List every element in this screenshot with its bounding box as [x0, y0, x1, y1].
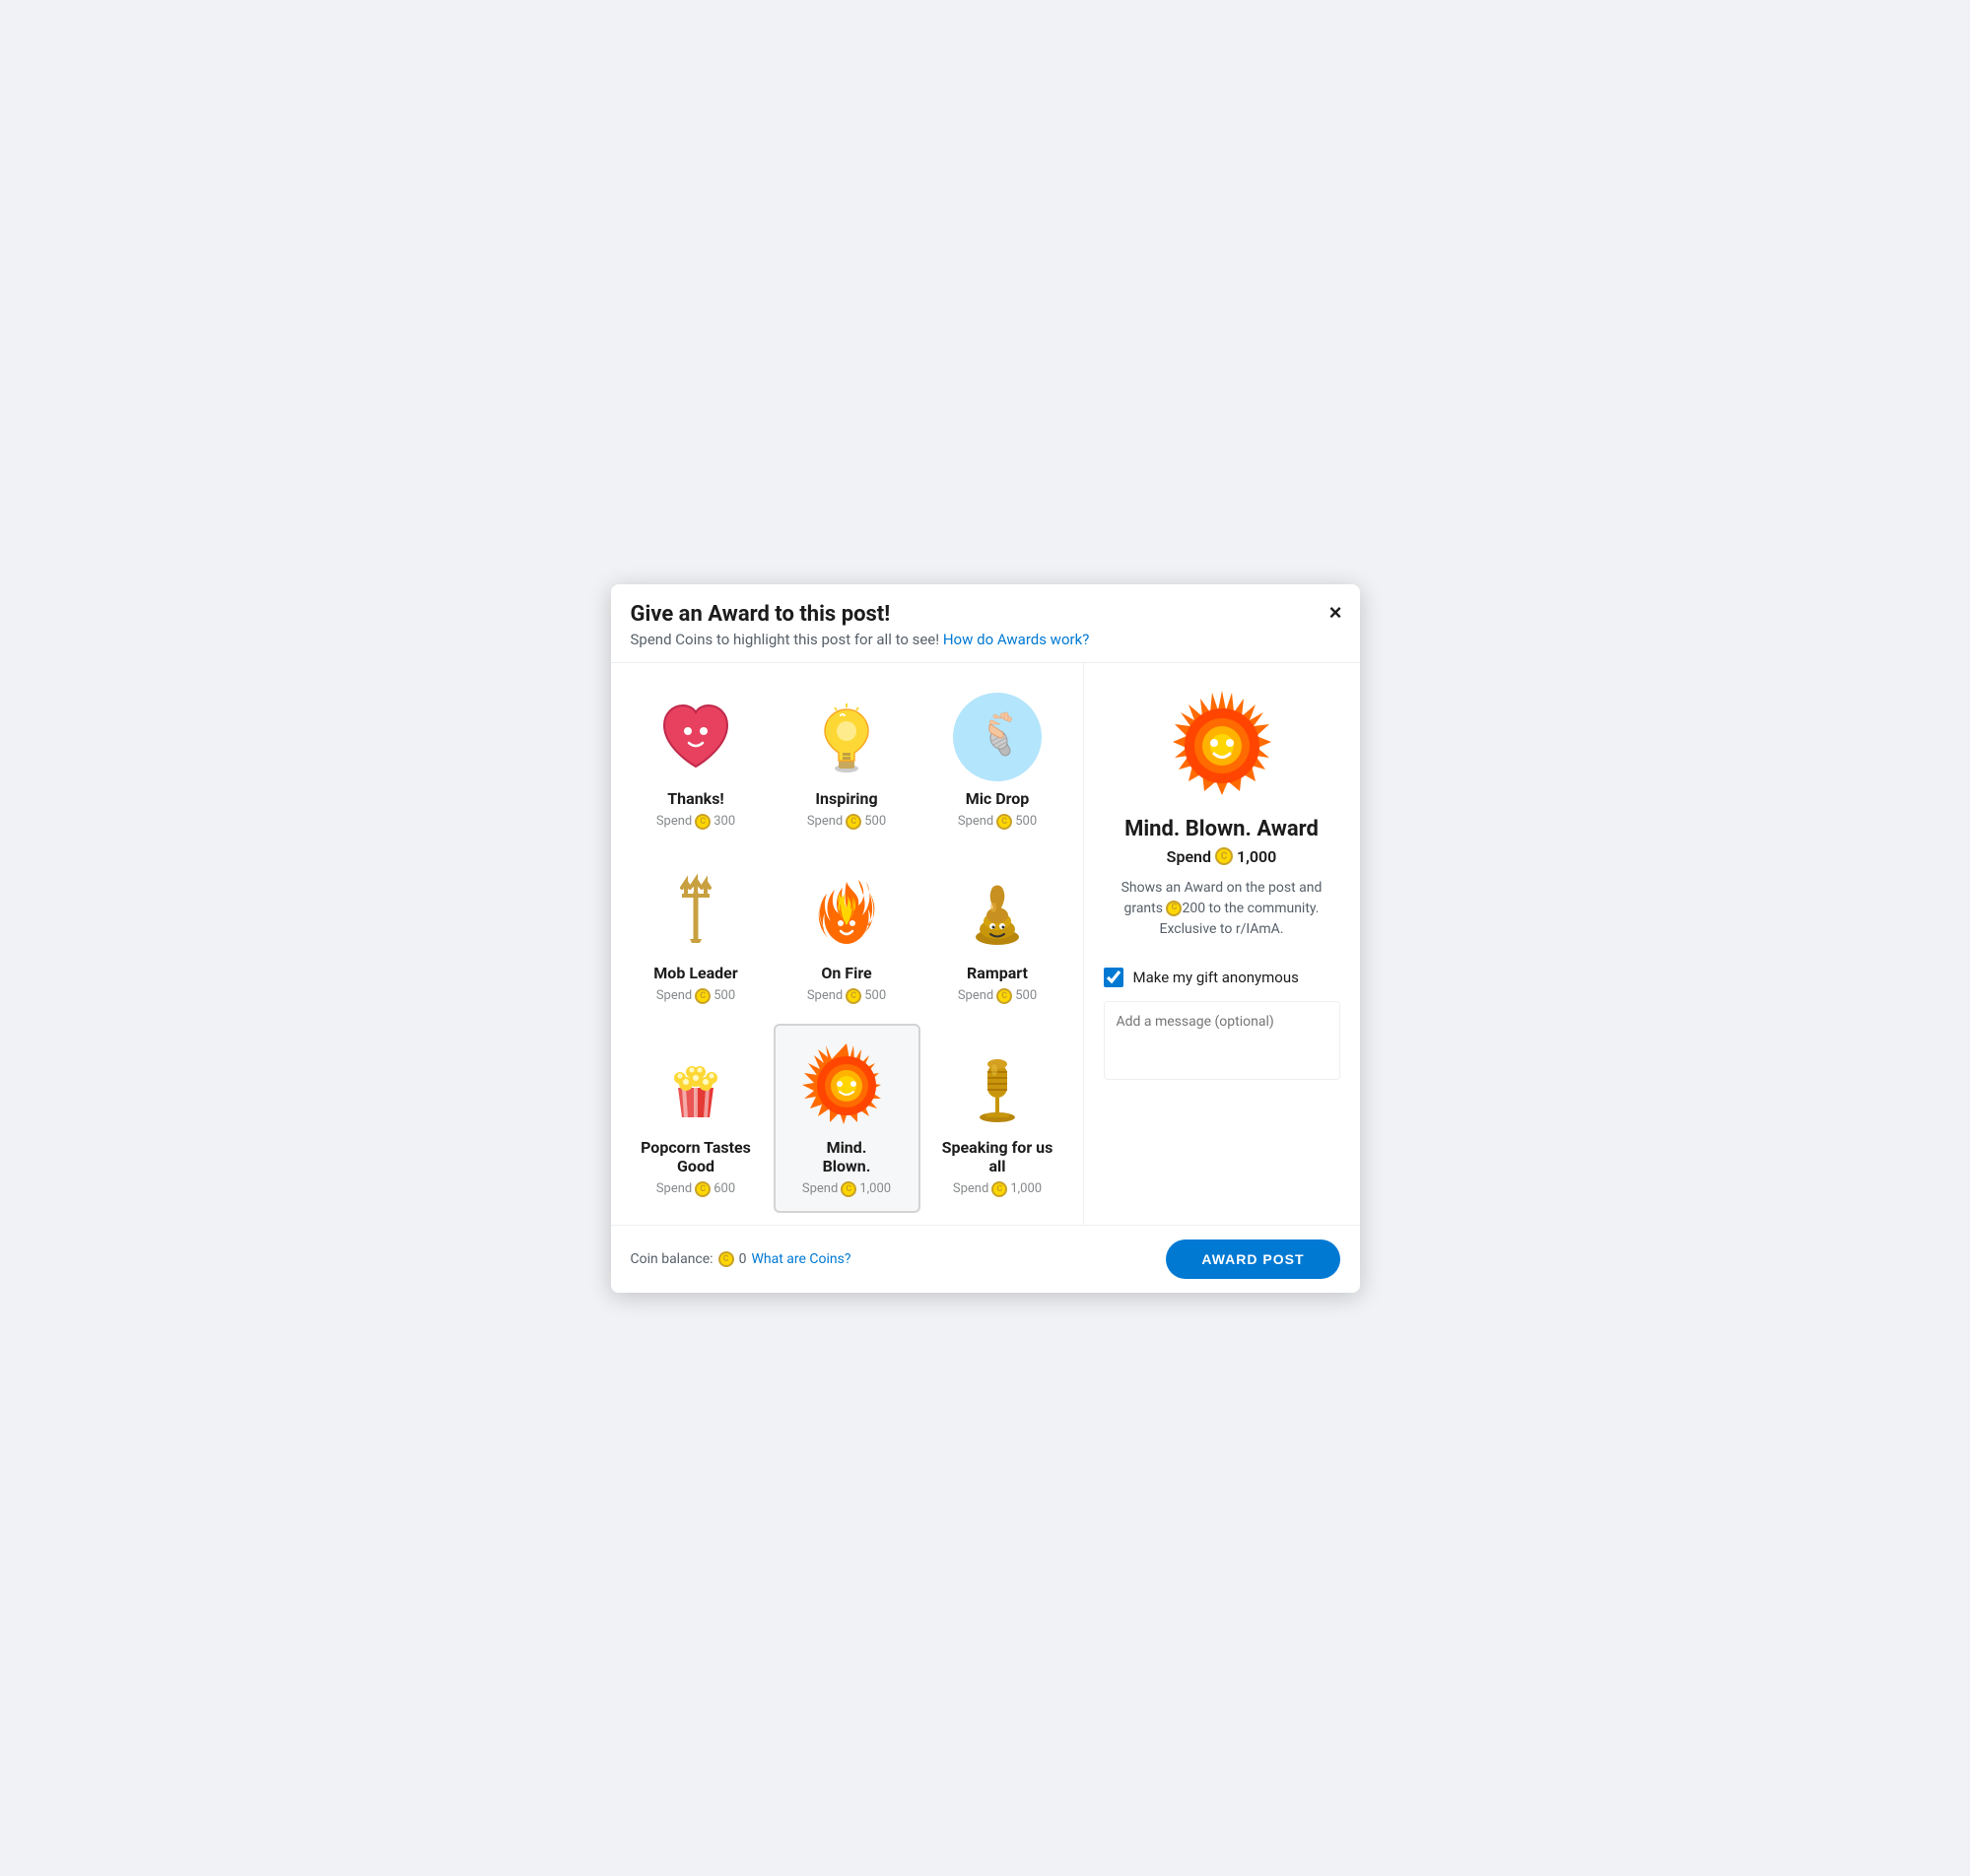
- award-name-rampart: Rampart: [967, 964, 1028, 982]
- award-emoji-speaking: [953, 1041, 1042, 1130]
- award-item-mic-drop[interactable]: Mic Drop Spend C 500: [924, 675, 1071, 845]
- featured-award-name: Mind. Blown. Award: [1124, 817, 1319, 841]
- coin-icon: C: [695, 814, 711, 830]
- coin-icon: C: [841, 1181, 856, 1197]
- award-item-mob-leader[interactable]: Mob Leader Spend C 500: [623, 849, 770, 1020]
- award-item-mind-blown[interactable]: Mind.Blown. Spend C 1,000: [774, 1024, 920, 1213]
- award-cost-speaking: Spend C 1,000: [953, 1181, 1042, 1197]
- award-item-on-fire[interactable]: On Fire Spend C 500: [774, 849, 920, 1020]
- award-name-on-fire: On Fire: [821, 964, 871, 982]
- spend-label: Spend: [1167, 847, 1211, 866]
- award-cost-on-fire: Spend C 500: [807, 988, 886, 1004]
- award-cost-inspiring: Spend C 500: [807, 814, 886, 830]
- coin-balance-label: Coin balance:: [631, 1251, 713, 1267]
- award-cost-mic-drop: Spend C 500: [958, 814, 1037, 830]
- award-cost-thanks: Spend C 300: [656, 814, 735, 830]
- award-emoji-on-fire: [802, 867, 891, 956]
- awards-grid: Thanks! Spend C 300: [623, 675, 1071, 1213]
- anonymous-checkbox[interactable]: [1104, 968, 1123, 987]
- award-item-popcorn[interactable]: Popcorn Tastes Good Spend C 600: [623, 1024, 770, 1213]
- award-name-speaking: Speaking for us all: [934, 1138, 1061, 1175]
- coin-balance: Coin balance: C 0 What are Coins?: [631, 1251, 851, 1267]
- featured-award-image: [1163, 687, 1281, 805]
- award-name-mind-blown: Mind.Blown.: [823, 1138, 871, 1175]
- modal-footer: Coin balance: C 0 What are Coins? AWARD …: [611, 1225, 1360, 1293]
- award-name-mob-leader: Mob Leader: [653, 964, 737, 982]
- coin-icon: C: [996, 988, 1012, 1004]
- message-input[interactable]: [1104, 1001, 1340, 1080]
- coin-icon: C: [846, 814, 861, 830]
- award-name-mic-drop: Mic Drop: [966, 789, 1030, 808]
- award-cost-mob-leader: Spend C 500: [656, 988, 735, 1004]
- modal-title: Give an Award to this post!: [631, 602, 1340, 627]
- award-emoji-mind-blown: [802, 1041, 891, 1130]
- award-item-speaking[interactable]: Speaking for us all Spend C 1,000: [924, 1024, 1071, 1213]
- coin-icon: C: [846, 988, 861, 1004]
- what-are-coins-link[interactable]: What are Coins?: [751, 1251, 850, 1267]
- awards-help-link[interactable]: How do Awards work?: [943, 631, 1089, 648]
- coin-amount: 0: [739, 1251, 747, 1267]
- award-name-popcorn: Popcorn Tastes Good: [633, 1138, 760, 1175]
- award-cost-mind-blown: Spend C 1,000: [802, 1181, 891, 1197]
- award-modal: Give an Award to this post! Spend Coins …: [611, 584, 1360, 1293]
- footer-coin-icon: C: [718, 1251, 734, 1267]
- award-detail-section: Mind. Blown. Award Spend C 1,000 Shows a…: [1084, 663, 1360, 1225]
- award-emoji-mob-leader: [651, 867, 740, 956]
- coin-icon: C: [695, 1181, 711, 1197]
- award-cost-rampart: Spend C 500: [958, 988, 1037, 1004]
- desc-coin-icon: C: [1166, 901, 1182, 916]
- award-post-button[interactable]: AWARD POST: [1166, 1240, 1339, 1279]
- modal-header: Give an Award to this post! Spend Coins …: [611, 584, 1360, 663]
- award-name-inspiring: Inspiring: [815, 789, 877, 808]
- featured-award-cost: Spend C 1,000: [1167, 847, 1277, 866]
- award-cost-popcorn: Spend C 600: [656, 1181, 735, 1197]
- award-emoji-mic-drop: [953, 693, 1042, 781]
- coin-icon: C: [991, 1181, 1007, 1197]
- modal-subtitle: Spend Coins to highlight this post for a…: [631, 631, 1340, 648]
- modal-body: Thanks! Spend C 300: [611, 663, 1360, 1225]
- award-emoji-thanks: [651, 693, 740, 781]
- featured-award-description: Shows an Award on the post and grants C2…: [1104, 878, 1340, 940]
- featured-cost-amount: 1,000: [1237, 847, 1276, 866]
- award-item-inspiring[interactable]: Inspiring Spend C 500: [774, 675, 920, 845]
- coin-icon: C: [996, 814, 1012, 830]
- awards-grid-section: Thanks! Spend C 300: [611, 663, 1084, 1225]
- close-button[interactable]: ×: [1329, 600, 1342, 626]
- award-name-thanks: Thanks!: [667, 789, 724, 808]
- coin-icon: C: [695, 988, 711, 1004]
- award-emoji-inspiring: [802, 693, 891, 781]
- anonymous-row: Make my gift anonymous: [1104, 968, 1340, 987]
- award-item-thanks[interactable]: Thanks! Spend C 300: [623, 675, 770, 845]
- award-emoji-popcorn: [651, 1041, 740, 1130]
- featured-coin-icon: C: [1215, 847, 1233, 865]
- subtitle-text: Spend Coins to highlight this post for a…: [631, 631, 940, 648]
- anonymous-label: Make my gift anonymous: [1133, 969, 1299, 986]
- award-emoji-rampart: [953, 867, 1042, 956]
- award-item-rampart[interactable]: Rampart Spend C 500: [924, 849, 1071, 1020]
